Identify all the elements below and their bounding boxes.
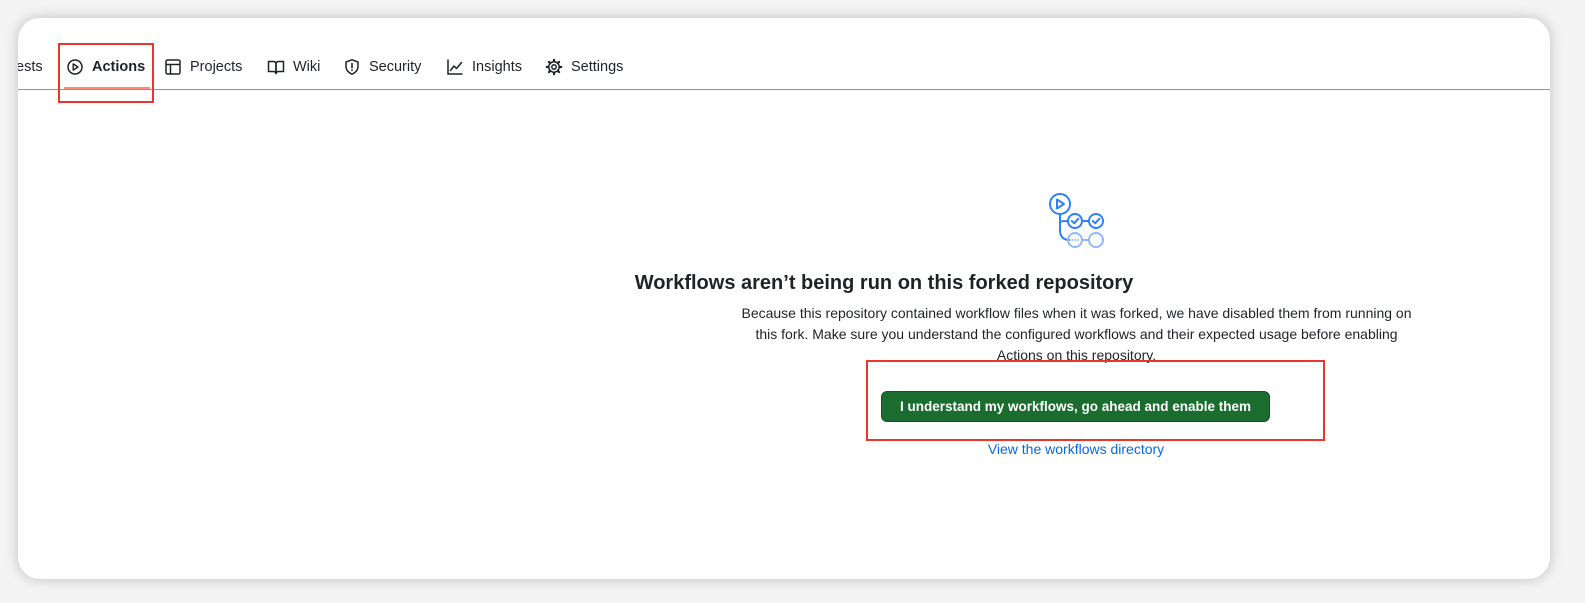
workflow-icon: [1046, 192, 1110, 252]
tab-label: Insights: [472, 59, 522, 75]
gear-icon: [545, 58, 563, 76]
book-icon: [267, 58, 285, 76]
enable-workflows-button[interactable]: I understand my workflows, go ahead and …: [881, 391, 1270, 422]
repo-nav-tabs: ests Actions Projects Wiki Security Insi…: [18, 18, 1550, 90]
tab-label: Actions: [92, 59, 146, 75]
tab-actions[interactable]: Actions: [66, 56, 145, 78]
tab-label: Security: [369, 59, 422, 75]
shield-icon: [343, 58, 361, 76]
browser-window: ests Actions Projects Wiki Security Insi…: [18, 18, 1550, 579]
tab-label: ests: [18, 59, 43, 75]
workflows-directory-link[interactable]: View the workflows directory: [876, 441, 1276, 457]
tab-settings[interactable]: Settings: [545, 56, 623, 78]
tab-insights[interactable]: Insights: [446, 56, 522, 78]
tab-label: Wiki: [293, 59, 321, 75]
table-icon: [164, 58, 182, 76]
tab-pull-requests[interactable]: ests: [18, 56, 43, 78]
tab-wiki[interactable]: Wiki: [267, 56, 320, 78]
play-icon: [66, 58, 84, 76]
page-heading: Workflows aren’t being run on this forke…: [634, 272, 1134, 294]
selected-tab-underline: [64, 87, 150, 89]
tab-projects[interactable]: Projects: [164, 56, 242, 78]
tab-security[interactable]: Security: [343, 56, 421, 78]
tab-label: Settings: [571, 59, 624, 75]
graph-icon: [446, 58, 464, 76]
description-text: Because this repository contained workfl…: [741, 305, 1412, 363]
tab-label: Projects: [190, 59, 243, 75]
